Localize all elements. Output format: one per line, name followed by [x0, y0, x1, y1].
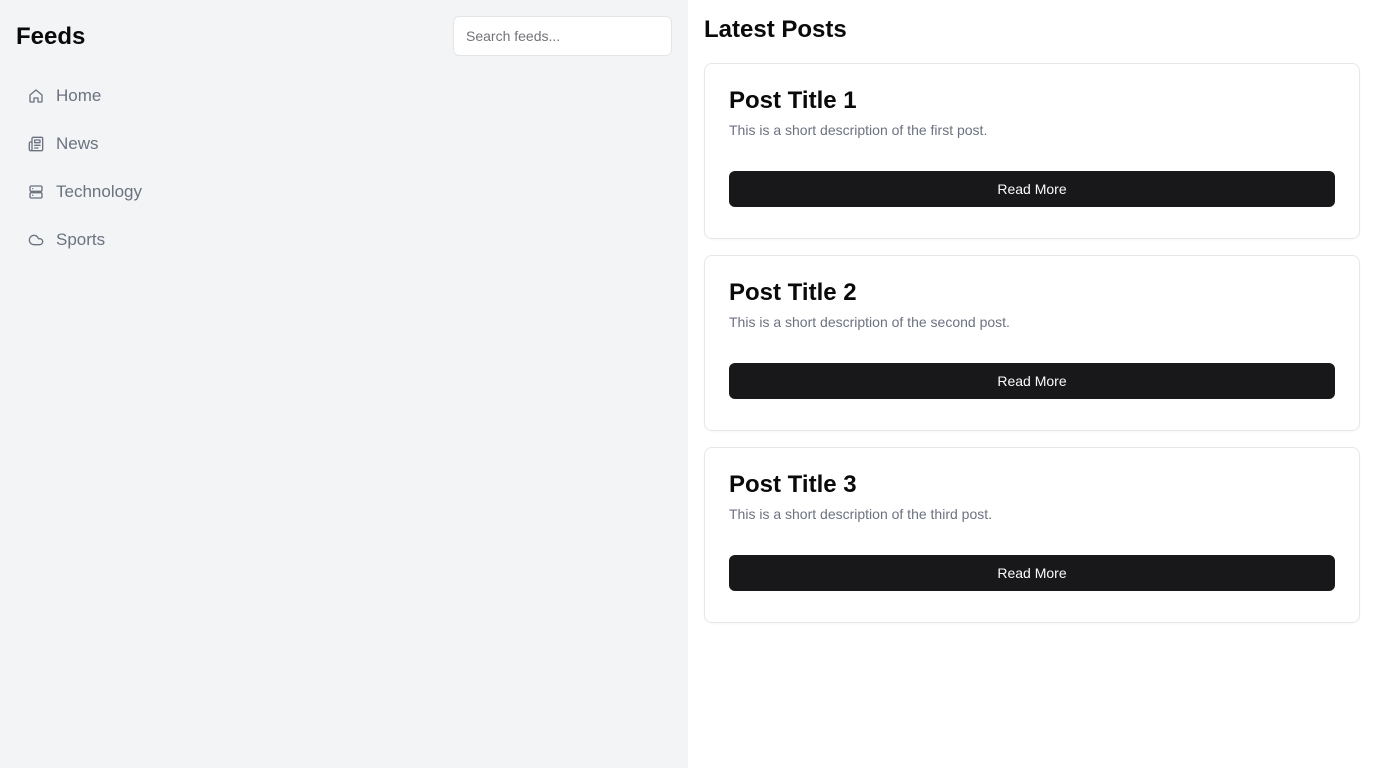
page-title: Latest Posts — [704, 16, 847, 43]
main-content: Latest Posts Post Title 1 This is a shor… — [688, 0, 1376, 768]
read-more-button[interactable]: Read More — [729, 363, 1335, 399]
home-icon — [28, 88, 44, 104]
read-more-button[interactable]: Read More — [729, 555, 1335, 591]
sidebar-title: Feeds — [16, 23, 86, 50]
post-title: Post Title 1 — [729, 87, 857, 114]
sidebar-item-label: Technology — [56, 182, 143, 201]
post-card: Post Title 1 This is a short description… — [704, 63, 1360, 239]
sidebar-item-label: Sports — [56, 230, 106, 249]
newspaper-icon — [28, 136, 44, 152]
post-description: This is a short description of the third… — [729, 506, 993, 522]
sidebar-item-label: Home — [56, 86, 102, 105]
post-description: This is a short description of the secon… — [729, 314, 1010, 330]
sidebar-header: Feeds — [16, 16, 672, 56]
sidebar-item-home[interactable]: Home — [16, 76, 672, 116]
sidebar: Feeds Home News — [0, 0, 688, 768]
server-icon — [28, 184, 44, 200]
app: Feeds Home News — [0, 0, 1376, 768]
read-more-button[interactable]: Read More — [729, 171, 1335, 207]
post-title: Post Title 3 — [729, 471, 857, 498]
sidebar-item-label: News — [56, 134, 99, 153]
sidebar-item-technology[interactable]: Technology — [16, 172, 672, 212]
sidebar-item-sports[interactable]: Sports — [16, 220, 672, 260]
post-description: This is a short description of the first… — [729, 122, 988, 138]
post-card: Post Title 2 This is a short description… — [704, 255, 1360, 431]
post-title: Post Title 2 — [729, 279, 857, 306]
sidebar-nav: Home News Technology Sports — [16, 76, 672, 260]
post-card: Post Title 3 This is a short description… — [704, 447, 1360, 623]
search-input[interactable] — [453, 16, 672, 56]
cloud-icon — [28, 232, 44, 248]
sidebar-item-news[interactable]: News — [16, 124, 672, 164]
